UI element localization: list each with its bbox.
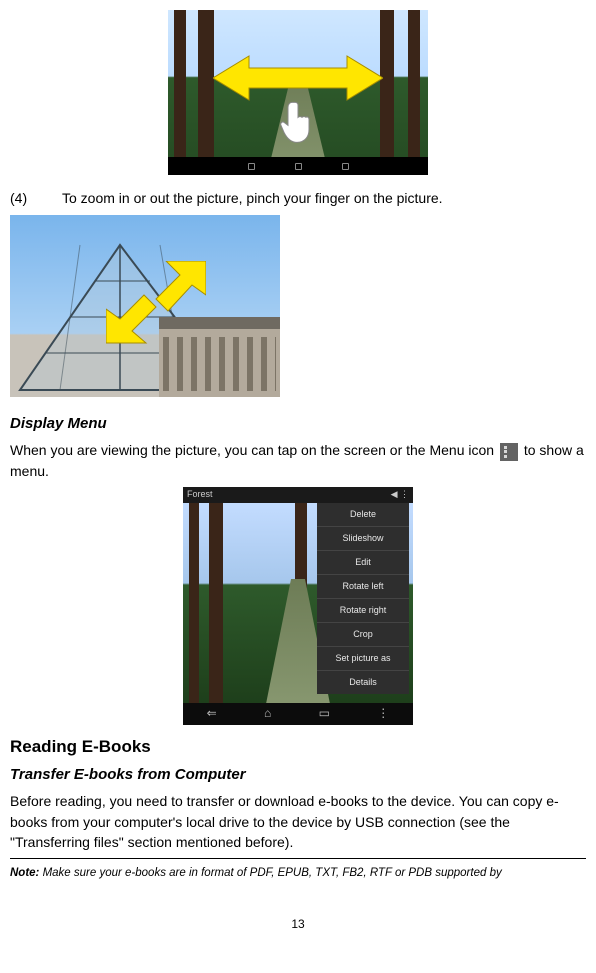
- menu-item[interactable]: Slideshow: [317, 527, 409, 551]
- android-nav-bar: ⇐ ⌂ ▭ ⋮: [183, 703, 413, 725]
- status-icons: ◀ ⋮: [391, 488, 409, 501]
- display-menu-heading: Display Menu: [10, 413, 586, 435]
- status-title: Forest: [187, 488, 213, 501]
- menu-item[interactable]: Crop: [317, 623, 409, 647]
- recent-icon[interactable]: ▭: [319, 705, 330, 722]
- display-menu-screenshot: Forest ◀ ⋮ Delete Slideshow Edit Rotate …: [183, 487, 413, 725]
- context-menu: Delete Slideshow Edit Rotate left Rotate…: [317, 503, 409, 694]
- home-icon[interactable]: ⌂: [264, 705, 271, 722]
- note-text: Make sure your e-books are in format of …: [39, 867, 501, 879]
- pinch-zoom-screenshot: [10, 215, 280, 397]
- menu-item[interactable]: Set picture as: [317, 647, 409, 671]
- forest-swipe-screenshot: [168, 10, 428, 175]
- menu-icon: [500, 443, 518, 461]
- note-line: Note: Make sure your e-books are in form…: [10, 865, 586, 882]
- menu-item[interactable]: Rotate right: [317, 599, 409, 623]
- display-menu-text-before: When you are viewing the picture, you ca…: [10, 442, 498, 458]
- page-number: 13: [10, 916, 586, 933]
- step-4: (4) To zoom in or out the picture, pinch…: [10, 188, 586, 208]
- reading-ebooks-heading: Reading E-Books: [10, 735, 586, 760]
- menu-item[interactable]: Edit: [317, 551, 409, 575]
- android-nav-bar: [168, 157, 428, 175]
- pinch-arrows-icon: [106, 261, 196, 341]
- transfer-paragraph: Before reading, you need to transfer or …: [10, 791, 586, 852]
- step-number: (4): [10, 188, 44, 208]
- transfer-subheading: Transfer E-books from Computer: [10, 764, 586, 786]
- menu-item[interactable]: Details: [317, 671, 409, 694]
- display-menu-paragraph: When you are viewing the picture, you ca…: [10, 440, 586, 481]
- step-text: To zoom in or out the picture, pinch you…: [62, 188, 443, 208]
- hand-pointer-icon: [278, 98, 318, 151]
- divider: [10, 858, 586, 859]
- note-label: Note:: [10, 867, 39, 879]
- more-icon[interactable]: ⋮: [377, 705, 389, 722]
- menu-item[interactable]: Delete: [317, 503, 409, 527]
- menu-item[interactable]: Rotate left: [317, 575, 409, 599]
- back-icon[interactable]: ⇐: [207, 705, 217, 722]
